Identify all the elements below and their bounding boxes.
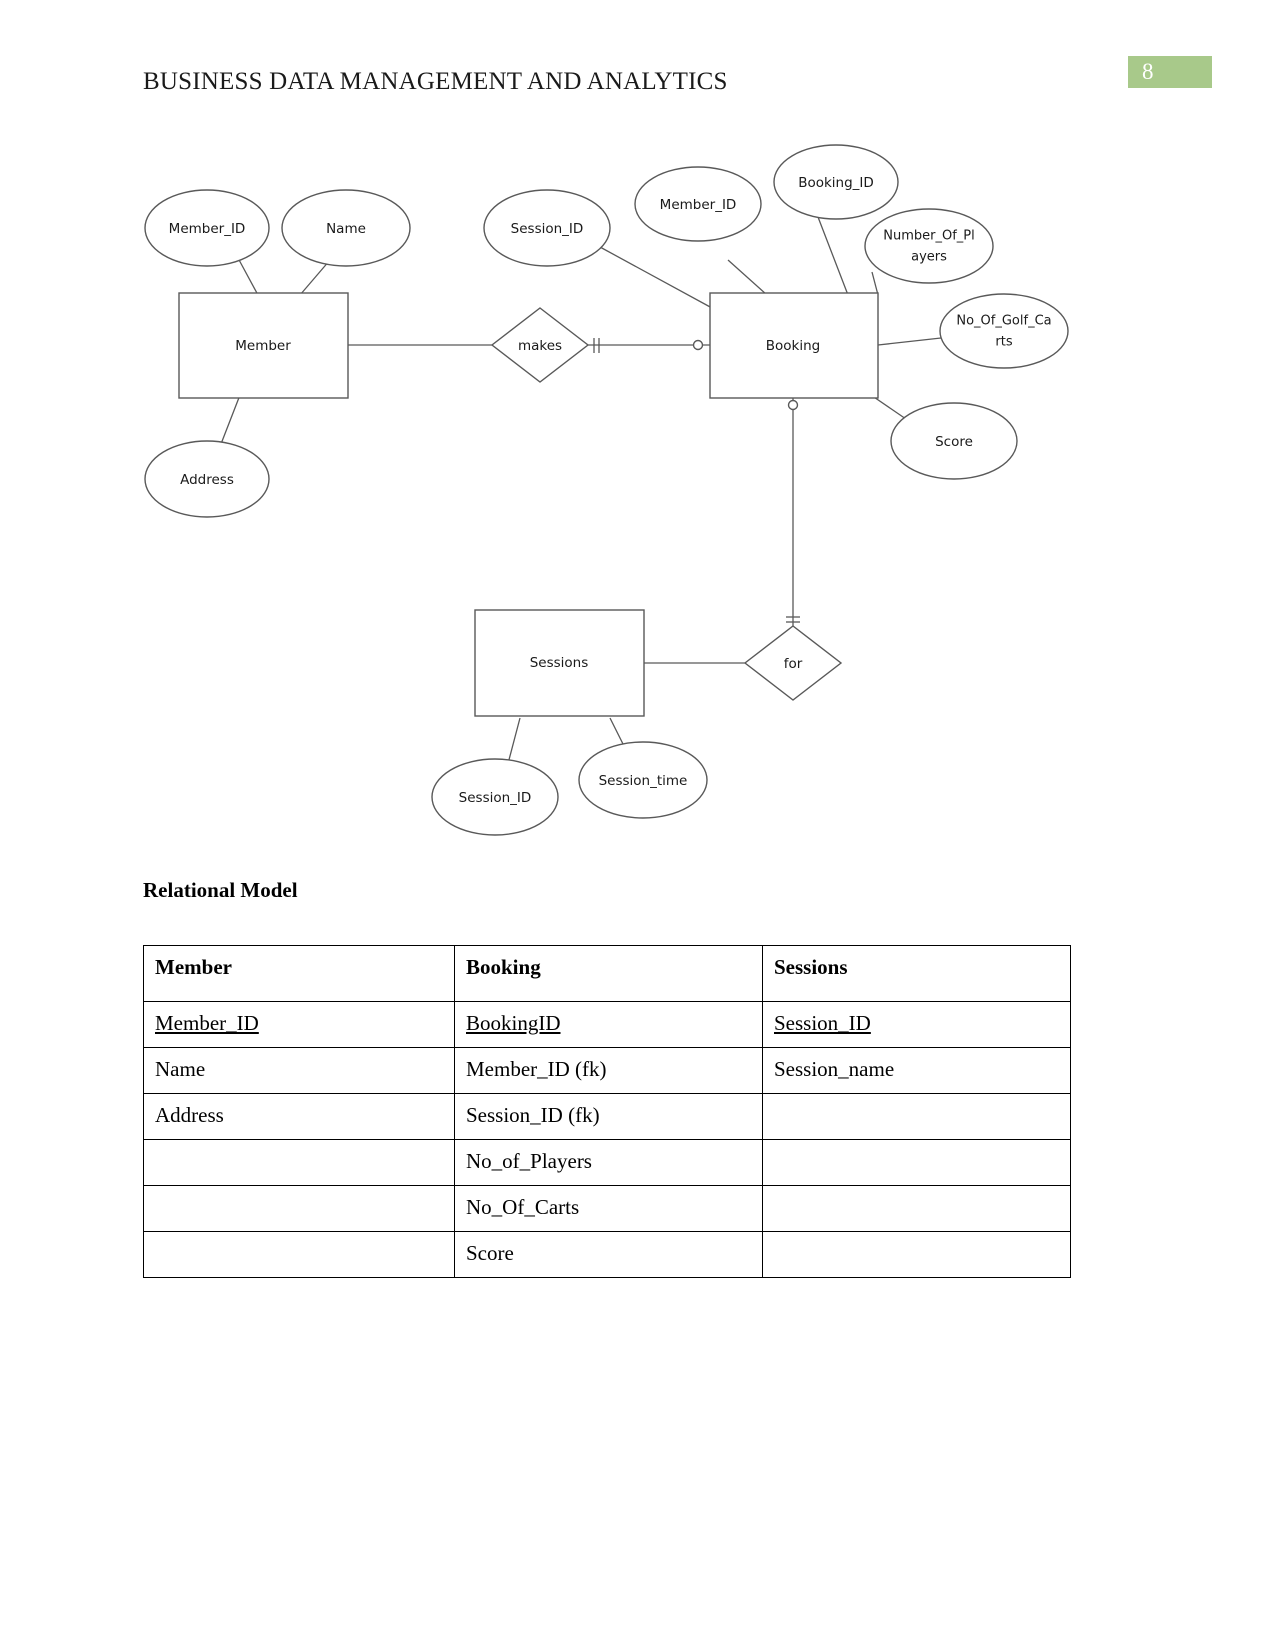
entity-member-label: Member — [235, 338, 291, 354]
attribute-sessions-session-time-label: Session_time — [599, 773, 688, 789]
cardinality-booking-for-optional — [787, 399, 799, 411]
line-booking-to-member-id — [727, 259, 768, 296]
attribute-booking-number-of-players-label-line2: ayers — [911, 250, 947, 265]
cell-booking-fk-session: Session_ID (fk) — [454, 1093, 763, 1140]
column-header-sessions: Sessions — [762, 945, 1071, 1002]
line-booking-to-session-id — [599, 246, 713, 309]
cell-member-pk: Member_ID — [143, 1001, 455, 1048]
cell-sessions-empty-3 — [762, 1185, 1071, 1232]
relationship-for: for — [743, 625, 843, 701]
column-header-booking: Booking — [454, 945, 763, 1002]
table-row: Address Session_ID (fk) — [143, 1093, 1071, 1140]
entity-booking: Booking — [709, 292, 879, 399]
table-row: Score — [143, 1231, 1071, 1278]
document-title: BUSINESS DATA MANAGEMENT AND ANALYTICS — [143, 68, 728, 95]
attribute-booking-session-id-label: Session_ID — [511, 221, 584, 237]
table-header-row: Member Booking Sessions — [143, 945, 1071, 1002]
entity-sessions-label: Sessions — [530, 655, 589, 671]
cell-member-empty-2 — [143, 1185, 455, 1232]
attribute-sessions-session-id-label: Session_ID — [459, 790, 532, 806]
attribute-booking-score-label: Score — [935, 434, 973, 450]
attribute-booking-member-id-label: Member_ID — [660, 197, 737, 213]
line-member-to-member-id — [237, 257, 259, 296]
table-row: No_Of_Carts — [143, 1185, 1071, 1232]
attribute-sessions-session-time: Session_time — [578, 741, 708, 819]
attribute-booking-no-of-golf-carts-label-line2: rts — [995, 335, 1012, 350]
entity-member: Member — [178, 292, 349, 399]
table-row: Member_ID BookingID Session_ID — [143, 1001, 1071, 1048]
attribute-booking-score: Score — [890, 402, 1018, 480]
attribute-booking-booking-id-label: Booking_ID — [798, 175, 874, 191]
cell-sessions-empty-1 — [762, 1093, 1071, 1140]
attribute-sessions-session-id: Session_ID — [431, 758, 559, 836]
er-diagram: Member Booking Sessions makes for Member… — [0, 110, 1275, 870]
page-number-badge: 8 — [1128, 56, 1212, 88]
attribute-member-address-label: Address — [180, 472, 234, 488]
cell-booking-players: No_of_Players — [454, 1139, 763, 1186]
cell-text: Session_ID — [774, 1011, 871, 1035]
page-header: BUSINESS DATA MANAGEMENT AND ANALYTICS 8 — [0, 0, 1275, 110]
entity-booking-label: Booking — [766, 338, 820, 354]
cell-booking-carts: No_Of_Carts — [454, 1185, 763, 1232]
cell-sessions-empty-4 — [762, 1231, 1071, 1278]
cell-text: Member_ID — [155, 1011, 259, 1035]
line-booking-to-number-of-players — [871, 271, 879, 296]
relationship-makes-label: makes — [518, 338, 562, 354]
cell-member-address: Address — [143, 1093, 455, 1140]
attribute-booking-booking-id: Booking_ID — [773, 144, 899, 220]
cell-member-empty-3 — [143, 1231, 455, 1278]
relational-model-heading: Relational Model — [143, 878, 298, 902]
cell-sessions-empty-2 — [762, 1139, 1071, 1186]
attribute-booking-number-of-players: Number_Of_Pl ayers — [864, 208, 994, 284]
attribute-booking-no-of-golf-carts-ellipse — [939, 293, 1069, 369]
attribute-member-name-label: Name — [326, 221, 366, 237]
attribute-member-address: Address — [144, 440, 270, 518]
relationship-makes: makes — [490, 307, 590, 383]
cell-booking-pk: BookingID — [454, 1001, 763, 1048]
cell-member-empty-1 — [143, 1139, 455, 1186]
line-booking-to-booking-id — [817, 216, 849, 296]
attribute-member-member-id: Member_ID — [144, 189, 270, 267]
cell-sessions-name: Session_name — [762, 1047, 1071, 1094]
line-booking-to-no-of-golf-carts — [877, 337, 942, 346]
cell-text: BookingID — [466, 1011, 561, 1035]
cell-sessions-pk: Session_ID — [762, 1001, 1071, 1048]
table-row: Name Member_ID (fk) Session_name — [143, 1047, 1071, 1094]
attribute-booking-no-of-golf-carts: No_Of_Golf_Ca rts — [939, 293, 1069, 369]
table-row: No_of_Players — [143, 1139, 1071, 1186]
attribute-booking-member-id: Member_ID — [634, 166, 762, 242]
attribute-member-name: Name — [281, 189, 411, 267]
attribute-booking-session-id: Session_ID — [483, 189, 611, 267]
line-member-to-name — [299, 259, 331, 296]
attribute-booking-number-of-players-ellipse — [864, 208, 994, 284]
relationship-for-label: for — [784, 656, 803, 672]
attribute-booking-number-of-players-label-line1: Number_Of_Pl — [883, 229, 974, 244]
attribute-booking-no-of-golf-carts-label-line1: No_Of_Golf_Ca — [956, 314, 1051, 329]
cell-booking-fk-member: Member_ID (fk) — [454, 1047, 763, 1094]
attribute-member-member-id-label: Member_ID — [169, 221, 246, 237]
column-header-member: Member — [143, 945, 455, 1002]
relational-model-table: Member Booking Sessions Member_ID Bookin… — [143, 945, 1071, 1278]
cell-member-name: Name — [143, 1047, 455, 1094]
cell-booking-score: Score — [454, 1231, 763, 1278]
cardinality-booking-optional — [692, 339, 704, 351]
entity-sessions: Sessions — [474, 609, 645, 717]
